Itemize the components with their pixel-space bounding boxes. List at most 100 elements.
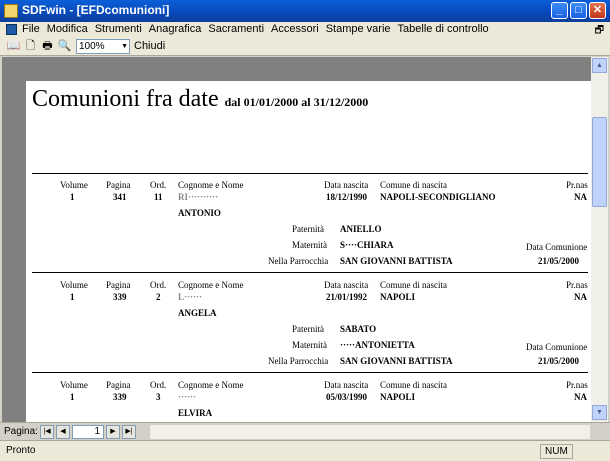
- report-page: [26, 81, 591, 422]
- minimize-button[interactable]: _: [551, 2, 568, 19]
- r2-label-maternita: Maternità: [292, 340, 327, 350]
- record-divider: [32, 372, 588, 373]
- scroll-thumb[interactable]: [592, 117, 607, 207]
- r1-cognome: RI··········: [178, 192, 219, 202]
- r3-ord: 3: [156, 392, 161, 402]
- num-lock-indicator: NUM: [540, 444, 573, 459]
- maximize-button[interactable]: □: [570, 2, 587, 19]
- page-navigator: Pagina: |◀ ◀ 1 ▶ ▶|: [0, 422, 610, 440]
- document-icon[interactable]: [6, 24, 17, 35]
- book-icon[interactable]: 📖: [6, 39, 21, 54]
- label-nome: Cognome e Nome: [178, 380, 244, 390]
- zoom-select[interactable]: 100% ▼: [76, 39, 130, 54]
- r2-data-nascita: 21/01/1992: [326, 292, 368, 302]
- label-data-nascita: Data nascita: [324, 280, 369, 290]
- vertical-scrollbar[interactable]: ▲ ▼: [591, 57, 608, 422]
- last-page-button[interactable]: ▶|: [122, 425, 136, 439]
- r1-data-nascita: 18/12/1990: [326, 192, 368, 202]
- r2-label-data-comunione: Data Comunione: [526, 342, 588, 352]
- next-page-button[interactable]: ▶: [106, 425, 120, 439]
- r1-data-comunione: 21/05/2000: [538, 256, 580, 266]
- r2-parrocchia: SAN GIOVANNI BATTISTA: [340, 356, 453, 366]
- label-prov: Pr.nas: [566, 280, 588, 290]
- r1-label-maternita: Maternità: [292, 240, 327, 250]
- horizontal-scrollbar[interactable]: [150, 425, 590, 439]
- r1-parrocchia: SAN GIOVANNI BATTISTA: [340, 256, 453, 266]
- toolbar: 📖 🗋 🖶 🔍 100% ▼ Chiudi: [0, 38, 610, 56]
- r2-nome: ANGELA: [178, 308, 217, 318]
- label-prov: Pr.nas: [566, 380, 588, 390]
- r1-prov: NA: [574, 192, 587, 202]
- label-data-nascita: Data nascita: [324, 380, 369, 390]
- label-volume: Volume: [60, 180, 88, 190]
- scroll-up-icon[interactable]: ▲: [592, 58, 607, 73]
- r2-cognome: L······: [178, 292, 203, 302]
- label-ord: Ord.: [150, 380, 167, 390]
- r2-prov: NA: [574, 292, 587, 302]
- label-volume: Volume: [60, 380, 88, 390]
- status-bar: Pronto NUM: [0, 440, 610, 461]
- page-number-input[interactable]: 1: [72, 425, 104, 439]
- scroll-down-icon[interactable]: ▼: [592, 405, 607, 420]
- r3-nome: ELVIRA: [178, 408, 213, 418]
- r1-paternita: ANIELLO: [340, 224, 382, 234]
- record-divider: [32, 272, 588, 273]
- menu-sacramenti[interactable]: Sacramenti: [208, 23, 264, 35]
- label-nome: Cognome e Nome: [178, 180, 244, 190]
- zoom-value: 100%: [79, 41, 105, 52]
- r3-cognome: ······: [178, 392, 197, 402]
- label-volume: Volume: [60, 280, 88, 290]
- label-ord: Ord.: [150, 280, 167, 290]
- r1-volume: 1: [70, 192, 75, 202]
- r1-label-paternita: Paternità: [292, 224, 324, 234]
- menu-bar: File Modifica Strumenti Anagrafica Sacra…: [0, 22, 610, 38]
- prev-page-button[interactable]: ◀: [56, 425, 70, 439]
- window-title: SDFwin - [EFDcomunioni]: [22, 3, 170, 17]
- r2-volume: 1: [70, 292, 75, 302]
- preview-icon[interactable]: 🗋: [23, 39, 38, 54]
- label-pagina: Pagina: [106, 380, 131, 390]
- menu-strumenti[interactable]: Strumenti: [95, 23, 142, 35]
- app-icon: [4, 4, 18, 18]
- r2-paternita: SABATO: [340, 324, 377, 334]
- r1-pagina: 341: [113, 192, 127, 202]
- label-comune: Comune di nascita: [380, 180, 447, 190]
- r2-maternita: ·····ANTONIETTA: [340, 340, 415, 350]
- menu-file[interactable]: File: [22, 23, 40, 35]
- r3-pagina: 339: [113, 392, 127, 402]
- label-comune: Comune di nascita: [380, 380, 447, 390]
- close-preview-button[interactable]: Chiudi: [134, 40, 165, 52]
- r2-pagina: 339: [113, 292, 127, 302]
- menu-stampe-varie[interactable]: Stampe varie: [326, 23, 391, 35]
- r1-maternita: S····CHIARA: [340, 240, 394, 250]
- page-label: Pagina:: [4, 426, 38, 437]
- label-pagina: Pagina: [106, 180, 131, 190]
- first-page-button[interactable]: |◀: [40, 425, 54, 439]
- menu-modifica[interactable]: Modifica: [47, 23, 88, 35]
- r2-comune: NAPOLI: [380, 292, 416, 302]
- r2-label-paternita: Paternità: [292, 324, 324, 334]
- r3-data-nascita: 05/03/1990: [326, 392, 368, 402]
- r3-volume: 1: [70, 392, 75, 402]
- label-prov: Pr.nas: [566, 180, 588, 190]
- print-icon[interactable]: 🖶: [40, 39, 55, 54]
- title-bar: SDFwin - [EFDcomunioni] _ □ ✕: [0, 0, 610, 22]
- status-text: Pronto: [6, 445, 36, 456]
- magnifier-icon[interactable]: 🔍: [57, 39, 72, 54]
- close-button[interactable]: ✕: [589, 2, 606, 19]
- r1-label-data-comunione: Data Comunione: [526, 242, 588, 252]
- menu-items: File Modifica Strumenti Anagrafica Sacra…: [22, 23, 489, 35]
- menu-accessori[interactable]: Accessori: [271, 23, 319, 35]
- r3-comune: NAPOLI: [380, 392, 416, 402]
- menu-anagrafica[interactable]: Anagrafica: [149, 23, 202, 35]
- r1-label-parrocchia: Nella Parrocchia: [268, 256, 329, 266]
- report-date-range: dal 01/01/2000 al 31/12/2000: [224, 95, 369, 109]
- menu-tabelle-di-controllo[interactable]: Tabelle di controllo: [398, 23, 489, 35]
- r1-comune: NAPOLI-SECONDIGLIANO: [380, 192, 496, 202]
- label-comune: Comune di nascita: [380, 280, 447, 290]
- r1-ord: 11: [154, 192, 163, 202]
- r2-data-comunione: 21/05/2000: [538, 356, 580, 366]
- chevron-down-icon: ▼: [121, 43, 128, 50]
- r2-label-parrocchia: Nella Parrocchia: [268, 356, 329, 366]
- r1-nome: ANTONIO: [178, 208, 221, 218]
